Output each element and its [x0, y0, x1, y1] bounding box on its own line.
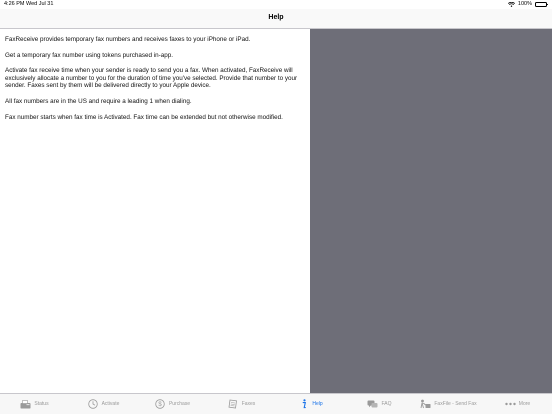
dollar-coin-icon: $	[155, 399, 166, 409]
clock-icon	[88, 399, 99, 409]
tab-purchase[interactable]: $ Purchase	[138, 394, 207, 414]
tab-label: Faxes	[241, 401, 256, 407]
tab-status[interactable]: Status	[0, 394, 69, 414]
help-content: FaxReceive provides temporary fax number…	[0, 29, 310, 393]
status-right-group: 100%	[507, 1, 548, 7]
app-screen: 4:26 PM Wed Jul 31 100% Help FaxReceive …	[0, 0, 552, 414]
tab-label: FAQ	[381, 401, 392, 407]
status-date: Wed Jul 31	[26, 1, 54, 7]
fax-machine-icon	[20, 399, 31, 409]
tab-label: Help	[312, 401, 323, 407]
help-paragraph: FaxReceive provides temporary fax number…	[5, 36, 251, 43]
person-fax-icon	[420, 399, 431, 409]
help-paragraph: Get a temporary fax number using tokens …	[5, 51, 174, 59]
tab-label: Status	[34, 401, 49, 407]
tab-bar: Status Activate $ Purchase Faxes Help FA…	[0, 393, 552, 414]
info-icon	[298, 399, 309, 409]
tab-label: Activate	[101, 401, 120, 407]
tab-help[interactable]: Help	[276, 394, 345, 414]
svg-text:$: $	[159, 402, 163, 408]
tab-label: FaxFile - Send Fax	[434, 401, 477, 407]
tab-activate[interactable]: Activate	[69, 394, 138, 414]
tab-more[interactable]: More	[483, 394, 552, 414]
help-paragraph: Fax number starts when fax time is Activ…	[5, 113, 283, 121]
battery-icon	[535, 1, 548, 7]
help-paragraph: All fax numbers are in the US and requir…	[5, 97, 192, 105]
chat-bubbles-icon	[367, 399, 378, 409]
detail-pane	[310, 29, 552, 393]
tab-faq[interactable]: FAQ	[345, 394, 414, 414]
navigation-bar: Help	[0, 9, 552, 29]
tab-faxfile-send-fax[interactable]: FaxFile - Send Fax	[414, 394, 483, 414]
battery-percent: 100%	[517, 1, 532, 7]
tab-label: More	[518, 401, 531, 407]
wifi-icon	[507, 1, 515, 7]
tab-faxes[interactable]: Faxes	[207, 394, 276, 414]
ellipsis-icon	[505, 399, 516, 409]
status-time: 4:26 PM	[4, 1, 25, 7]
help-paragraph: Activate fax receive time when your send…	[5, 67, 298, 90]
status-bar: 4:26 PM Wed Jul 31 100%	[0, 0, 552, 9]
page-title: Help	[268, 14, 284, 21]
document-icon	[228, 399, 239, 409]
tab-label: Purchase	[168, 401, 191, 407]
